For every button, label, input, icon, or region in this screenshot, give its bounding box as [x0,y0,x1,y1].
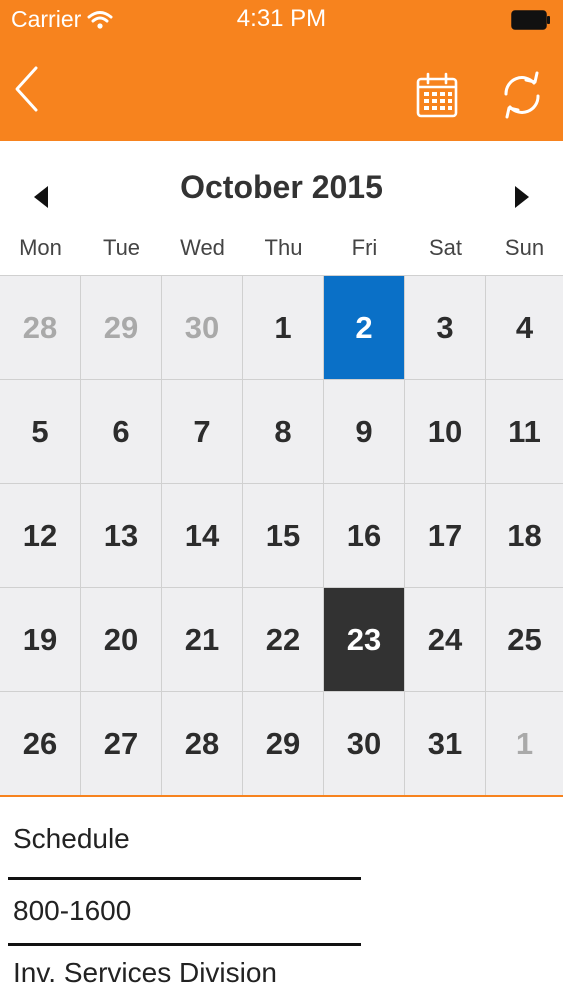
day-cell[interactable]: 14 [162,484,243,588]
weekday-label: Mon [19,235,62,260]
day-cell[interactable]: 13 [81,484,162,588]
schedule-details: Schedule 800-1600 Inv. Services Division [0,795,563,1000]
day-cell[interactable]: 1 [243,276,324,380]
day-cell[interactable]: 10 [405,380,486,484]
divider [8,877,361,880]
schedule-hours: 800-1600 [13,895,132,926]
back-chevron-icon[interactable] [12,64,42,114]
day-cell[interactable]: 26 [0,692,81,796]
day-cell[interactable]: 21 [162,588,243,692]
day-cell[interactable]: 16 [324,484,405,588]
day-cell[interactable]: 4 [486,276,563,380]
weekday-label: Thu [264,235,303,260]
day-cell[interactable]: 27 [81,692,162,796]
month-navigator: October 2015 [0,141,563,233]
day-cell[interactable]: 25 [486,588,563,692]
weekday-label: Sun [504,235,545,260]
day-cell[interactable]: 30 [324,692,405,796]
app-header: Carrier 4:31 PM [0,0,563,141]
weekday-label: Fri [351,235,378,260]
day-cell[interactable]: 24 [405,588,486,692]
day-cell-previous-month[interactable]: 30 [162,276,243,380]
day-cell[interactable]: 31 [405,692,486,796]
day-cell[interactable]: 20 [81,588,162,692]
day-cell[interactable]: 18 [486,484,563,588]
refresh-icon[interactable] [500,70,544,120]
day-cell-previous-month[interactable]: 28 [0,276,81,380]
weekday-label: Wed [180,235,225,260]
month-title: October 2015 [180,169,383,205]
status-time: 4:31 PM [236,5,327,32]
day-cell[interactable]: 29 [243,692,324,796]
weekday-header: Mon Tue Wed Thu Fri Sat Sun [0,233,563,275]
schedule-label: Schedule [13,823,130,854]
day-cell[interactable]: 6 [81,380,162,484]
day-cell[interactable]: 3 [405,276,486,380]
divider [8,943,361,946]
day-cell[interactable]: 12 [0,484,81,588]
day-cell[interactable]: 17 [405,484,486,588]
weekday-label: Sat [428,235,463,260]
weekday-label: Tue [102,235,141,260]
day-cell-previous-month[interactable]: 29 [81,276,162,380]
calendar-grid: 28 29 30 1 2 3 4 5 6 7 8 9 10 11 12 13 1… [0,275,563,796]
schedule-division: Inv. Services Division [13,957,278,988]
navigation-bar [0,40,563,141]
day-cell-today[interactable]: 2 [324,276,405,380]
status-bar: Carrier 4:31 PM [0,0,563,40]
next-month-icon[interactable] [513,185,531,209]
day-cell[interactable]: 9 [324,380,405,484]
day-cell[interactable]: 28 [162,692,243,796]
day-cell[interactable]: 11 [486,380,563,484]
day-cell[interactable]: 5 [0,380,81,484]
day-cell[interactable]: 15 [243,484,324,588]
day-cell-next-month[interactable]: 1 [486,692,563,796]
calendar-icon[interactable] [416,72,458,118]
day-cell[interactable]: 19 [0,588,81,692]
day-cell[interactable]: 22 [243,588,324,692]
day-cell[interactable]: 8 [243,380,324,484]
day-cell[interactable]: 7 [162,380,243,484]
day-cell-selected[interactable]: 23 [324,588,405,692]
battery-icon [511,10,550,30]
